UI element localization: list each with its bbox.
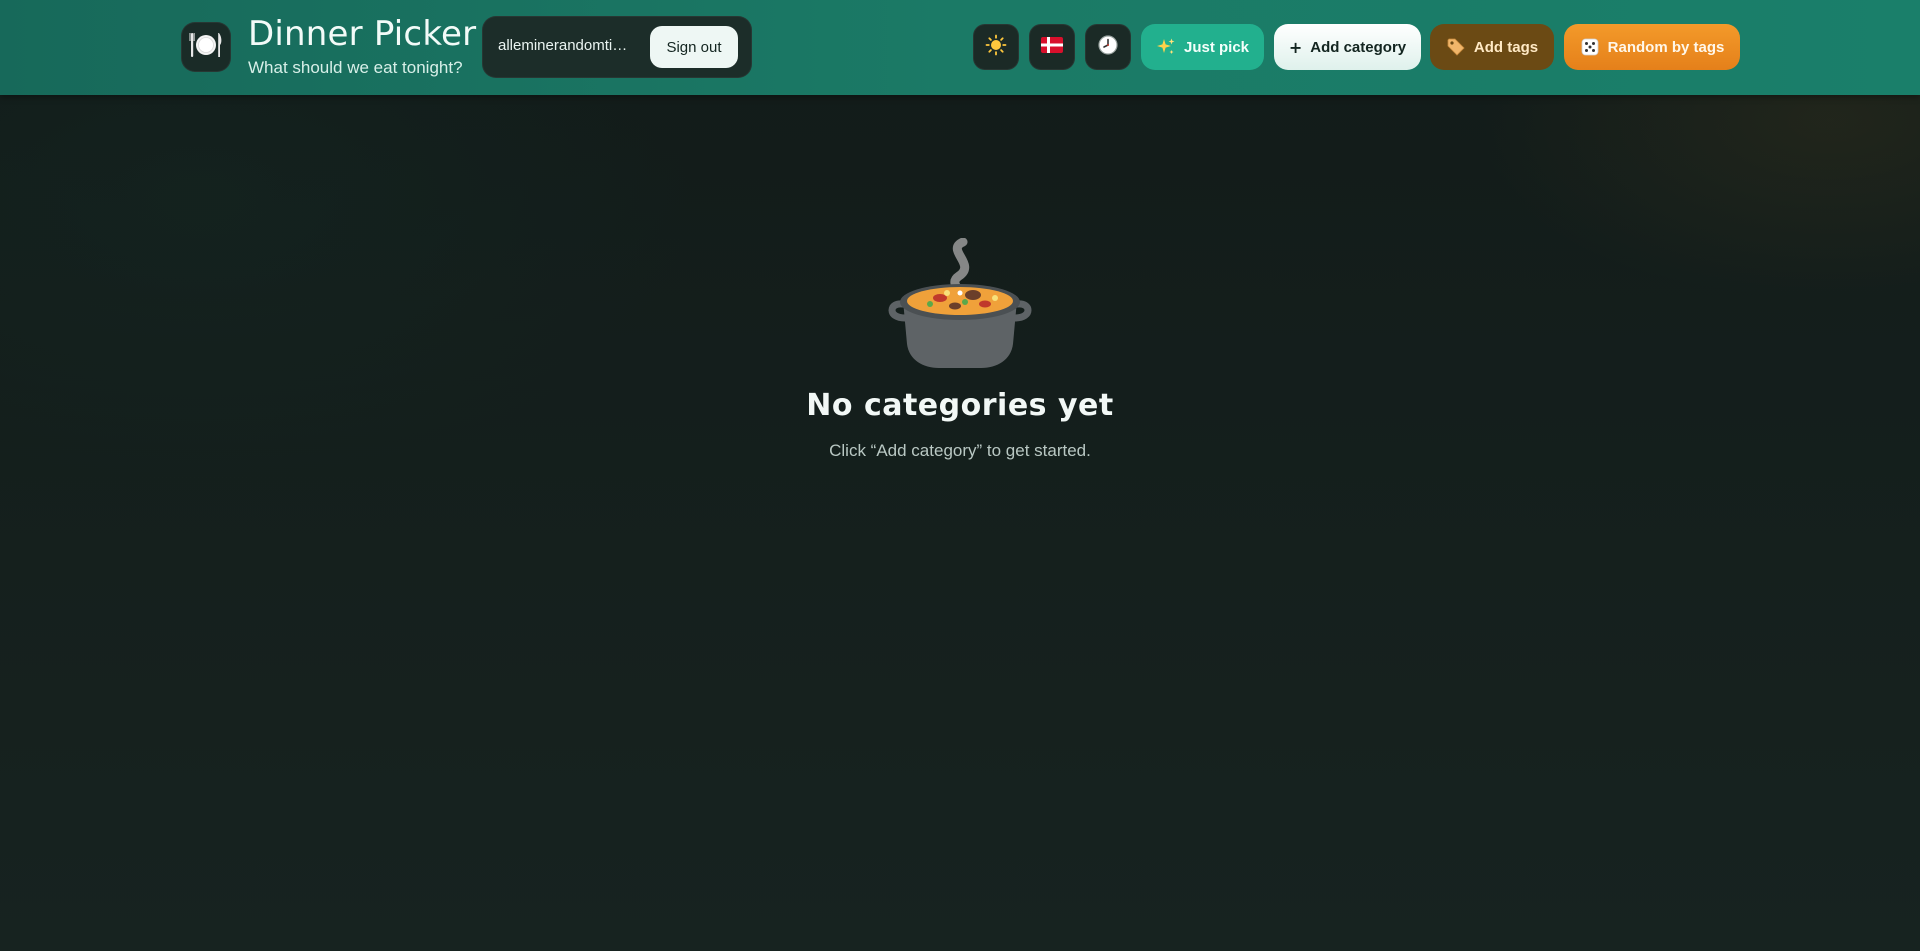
dice-icon (1580, 37, 1600, 57)
add-tags-button[interactable]: Add tags (1430, 24, 1554, 70)
top-bar: Dinner Picker What should we eat tonight… (0, 0, 1920, 95)
just-pick-label: Just pick (1183, 38, 1250, 56)
app-title: Dinner Picker (248, 14, 477, 54)
empty-state-message: Click “Add category” to get started. (829, 441, 1091, 460)
plus-icon: + (1288, 37, 1303, 57)
add-category-label: Add category (1310, 38, 1407, 56)
language-button[interactable] (1029, 24, 1075, 70)
danish-flag-icon (1041, 37, 1063, 57)
just-pick-button[interactable]: Just pick (1141, 24, 1264, 70)
clock-icon (1097, 34, 1119, 60)
theme-toggle-button[interactable] (973, 24, 1019, 70)
app-logo (181, 22, 231, 72)
sign-out-button[interactable]: Sign out (650, 26, 738, 68)
random-by-tags-label: Random by tags (1607, 38, 1725, 56)
add-tags-label: Add tags (1473, 38, 1539, 56)
history-button[interactable] (1085, 24, 1131, 70)
add-category-button[interactable]: + Add category (1274, 24, 1421, 70)
tag-icon (1446, 37, 1466, 57)
user-email: alleminerandomti… (498, 37, 628, 54)
empty-state-title: No categories yet (806, 388, 1114, 423)
user-panel: alleminerandomti… Sign out (482, 16, 752, 78)
app-subtitle: What should we eat tonight? (248, 58, 463, 77)
plate-cutlery-icon (186, 25, 226, 69)
pot-of-food-icon (885, 237, 1035, 373)
random-by-tags-button[interactable]: Random by tags (1564, 24, 1740, 70)
sparkles-icon (1156, 37, 1176, 57)
sun-icon (985, 34, 1007, 60)
